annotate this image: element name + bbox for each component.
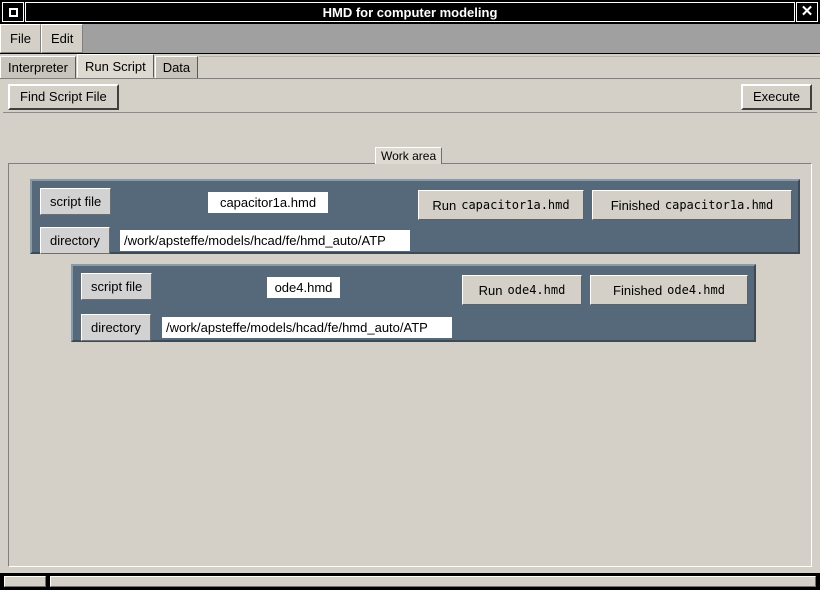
work-area-label: Work area xyxy=(375,147,443,164)
close-icon[interactable]: ✕ xyxy=(796,2,818,22)
application-window: HMD for computer modeling ✕ File Edit In… xyxy=(0,0,820,590)
run-button-file: capacitor1a.hmd xyxy=(461,198,570,212)
status-button-file: capacitor1a.hmd xyxy=(664,198,774,212)
title-bar: HMD for computer modeling ✕ xyxy=(0,0,820,24)
run-script-button[interactable]: Run capacitor1a.hmd xyxy=(418,190,584,220)
directory-label: directory xyxy=(40,227,110,254)
status-bar-grip[interactable] xyxy=(4,576,46,587)
client-area: File Edit Interpreter Run Script Data Fi… xyxy=(0,24,820,573)
tab-run-script[interactable]: Run Script xyxy=(76,54,154,78)
script-status-button[interactable]: Finished ode4.hmd xyxy=(590,275,748,305)
directory-value[interactable]: /work/apsteffe/models/hcad/fe/hmd_auto/A… xyxy=(120,230,410,251)
work-area-frame: script file capacitor1a.hmd directory /w… xyxy=(8,163,812,567)
script-file-value[interactable]: capacitor1a.hmd xyxy=(208,192,328,213)
script-file-row: script file xyxy=(40,188,112,215)
script-file-value[interactable]: ode4.hmd xyxy=(267,277,340,298)
window-title: HMD for computer modeling xyxy=(322,4,498,20)
tab-interpreter[interactable]: Interpreter xyxy=(0,56,76,78)
tab-data[interactable]: Data xyxy=(154,56,199,78)
tab-strip-filler xyxy=(199,56,820,78)
script-status-button[interactable]: Finished capacitor1a.hmd xyxy=(592,190,792,220)
script-file-row: script file xyxy=(81,273,153,300)
window-restore-glyph xyxy=(8,7,18,17)
tab-strip: Interpreter Run Script Data xyxy=(0,54,820,79)
status-bar xyxy=(0,573,820,590)
menu-item-file[interactable]: File xyxy=(0,24,41,53)
status-button-file: ode4.hmd xyxy=(667,283,725,297)
directory-label: directory xyxy=(81,314,151,341)
execute-button[interactable]: Execute xyxy=(741,83,812,110)
script-panel: script file ode4.hmd directory /work/aps… xyxy=(71,264,756,342)
run-script-button[interactable]: Run ode4.hmd xyxy=(462,275,582,305)
status-bar-field xyxy=(50,576,816,587)
directory-row: directory xyxy=(40,227,110,254)
script-file-label: script file xyxy=(40,188,112,215)
toolbar: Find Script File Execute xyxy=(3,81,817,113)
directory-row: directory xyxy=(81,314,151,341)
directory-value[interactable]: /work/apsteffe/models/hcad/fe/hmd_auto/A… xyxy=(162,317,452,338)
window-restore-icon[interactable] xyxy=(2,2,24,22)
work-area: Work area script file capacitor1a.hmd di… xyxy=(8,147,812,567)
menu-bar: File Edit xyxy=(0,24,820,54)
find-script-file-button[interactable]: Find Script File xyxy=(8,83,119,110)
run-button-file: ode4.hmd xyxy=(507,283,566,297)
script-file-label: script file xyxy=(81,273,153,300)
run-button-lead: Run xyxy=(432,197,457,213)
title-bar-text-area: HMD for computer modeling xyxy=(25,2,795,22)
status-button-lead: Finished xyxy=(613,282,663,298)
status-button-lead: Finished xyxy=(610,197,660,213)
menu-item-edit[interactable]: Edit xyxy=(40,24,84,53)
script-panel: script file capacitor1a.hmd directory /w… xyxy=(30,179,800,254)
run-button-lead: Run xyxy=(478,282,503,298)
